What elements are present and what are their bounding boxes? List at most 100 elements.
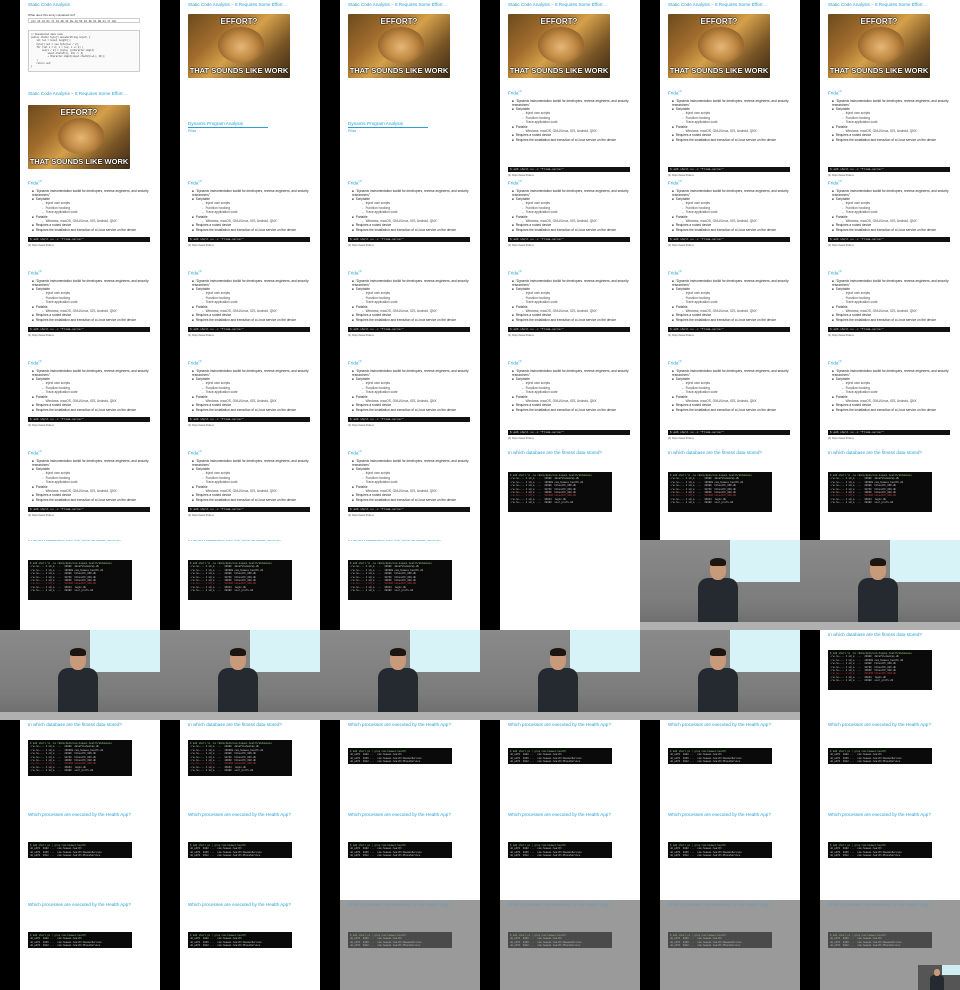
frida-bullet: Scriptable: [832, 197, 850, 201]
slide-frame[interactable]: Frida(4)“Dynamic instrumentation toolkit…: [340, 270, 480, 360]
frida-footnote-marker: (4): [38, 360, 42, 363]
slide-frame[interactable]: Which processes are executed by the Heal…: [660, 900, 800, 990]
slide-frame[interactable]: Frida(4)“Dynamic instrumentation toolkit…: [660, 180, 800, 270]
slide-frame[interactable]: Frida(4)“Dynamic instrumentation toolkit…: [500, 90, 640, 180]
slide-frame[interactable]: Frida(4)“Dynamic instrumentation toolkit…: [340, 360, 480, 450]
slide-frame[interactable]: Frida(4)“Dynamic instrumentation toolkit…: [820, 360, 960, 450]
frida-bullet: Function hooking: [362, 296, 390, 300]
slide-frame[interactable]: Frida(4)“Dynamic instrumentation toolkit…: [660, 90, 800, 180]
slide-frame[interactable]: Frida(4)“Dynamic instrumentation toolkit…: [180, 450, 320, 540]
frida-footnote: (4) https://www.frida.re: [508, 333, 534, 337]
terminal-line: -rw-rw---- 1 u0_a ... 20480 user_prefs.d…: [510, 501, 574, 505]
frida-heading-text: Frida: [828, 270, 839, 276]
slide-frame[interactable]: In which database are the fitness data s…: [500, 450, 640, 540]
frida-bullet: Trace application code: [362, 480, 398, 484]
frida-bullet: Function hooking: [682, 206, 710, 210]
slide-frame[interactable]: [500, 540, 640, 630]
slide-frame[interactable]: Which processes are executed by the Heal…: [500, 810, 640, 900]
frida-bullet: Inject own scripts: [202, 381, 230, 385]
frida-bullet: Requires the installation and execution …: [672, 408, 776, 412]
slide-frame[interactable]: Which processes are executed by the Heal…: [660, 720, 800, 810]
slide-frame[interactable]: Frida(4)“Dynamic instrumentation toolkit…: [820, 90, 960, 180]
speaker-video-frame[interactable]: [640, 630, 800, 720]
slide-frame[interactable]: In which database are the fitness data s…: [820, 450, 960, 540]
slide-frame[interactable]: Which processes are executed by the Heal…: [820, 810, 960, 900]
processes-question: Which processes are executed by the Heal…: [28, 902, 131, 907]
slide-frame[interactable]: Frida(4)“Dynamic instrumentation toolkit…: [20, 270, 160, 360]
slide-frame[interactable]: In which database are the fitness data s…: [180, 720, 320, 810]
slide-frame[interactable]: In which database are the fitness data s…: [20, 540, 160, 630]
frida-footnote-marker: (4): [38, 450, 42, 453]
slide-frame[interactable]: Which processes are executed by the Heal…: [500, 720, 640, 810]
processes-question: Which processes are executed by the Heal…: [668, 902, 771, 907]
slide-frame[interactable]: Frida(4)“Dynamic instrumentation toolkit…: [500, 180, 640, 270]
frida-footnote-marker: (4): [838, 360, 842, 363]
slide-frame[interactable]: In which database are the fitness data s…: [20, 720, 160, 810]
slide-frame[interactable]: Static Code Analysis – It Requires Some …: [500, 0, 640, 90]
speaker-video-frame[interactable]: [800, 540, 960, 630]
frida-bullet: Windows, macOS, GNU/Linux, iOS, Android,…: [842, 129, 917, 133]
frida-footnote-marker: (4): [198, 180, 202, 183]
slide-frame[interactable]: Frida(4)“Dynamic instrumentation toolkit…: [180, 180, 320, 270]
frida-bullet: Requires the installation and execution …: [672, 228, 776, 232]
slide-frame[interactable]: Frida(4)“Dynamic instrumentation toolkit…: [500, 360, 640, 450]
slide-frame[interactable]: Frida(4)“Dynamic instrumentation toolkit…: [180, 270, 320, 360]
slide-frame[interactable]: Which processes are executed by the Heal…: [340, 900, 480, 990]
speaker-video-frame[interactable]: [640, 540, 800, 630]
slide-frame[interactable]: Static Code Analysis – It Requires Some …: [340, 0, 480, 90]
process-listing-terminal: $ adb shell ps | grep com.huawei.health u…: [828, 748, 932, 764]
frida-bullet: Scriptable: [352, 467, 370, 471]
slide-frame[interactable]: Frida(4)“Dynamic instrumentation toolkit…: [20, 180, 160, 270]
frida-heading: Frida(4): [188, 180, 202, 186]
frida-bullet: Trace application code: [842, 210, 878, 214]
slide-frame[interactable]: Frida(4)“Dynamic instrumentation toolkit…: [20, 360, 160, 450]
frida-bullet: Trace application code: [682, 210, 718, 214]
slide-frame[interactable]: In which database are the fitness data s…: [340, 540, 480, 630]
slide-frame[interactable]: Which processes are executed by the Heal…: [820, 720, 960, 810]
slide-frame[interactable]: Which processes are executed by the Heal…: [180, 810, 320, 900]
speaker-video-frame[interactable]: [160, 630, 320, 720]
slide-frame[interactable]: Which processes are executed by the Heal…: [660, 810, 800, 900]
slide-frame[interactable]: Frida(4)“Dynamic instrumentation toolkit…: [20, 450, 160, 540]
frida-heading-text: Frida: [188, 450, 199, 456]
slide-frame[interactable]: Frida(4)“Dynamic instrumentation toolkit…: [660, 270, 800, 360]
slide-frame[interactable]: Static Code Analysis What does this array…: [20, 0, 160, 90]
slide-frame[interactable]: Frida(4)“Dynamic instrumentation toolkit…: [820, 180, 960, 270]
slide-frame[interactable]: Frida(4)“Dynamic instrumentation toolkit…: [340, 450, 480, 540]
slide-frame[interactable]: Static Code Analysis – It Requires Some …: [180, 0, 320, 90]
slide-frame[interactable]: Static Code Analysis – It Requires Some …: [820, 0, 960, 90]
slide-frame[interactable]: Frida(4)“Dynamic instrumentation toolkit…: [500, 270, 640, 360]
speaker-video-frame[interactable]: [480, 630, 640, 720]
slide-frame[interactable]: In which database are the fitness data s…: [660, 450, 800, 540]
frida-bullet: Portable: [512, 395, 528, 399]
speaker-video-frame[interactable]: [0, 630, 160, 720]
speaker-video-frame[interactable]: [320, 630, 480, 720]
slide-frame[interactable]: Which processes are executed by the Heal…: [340, 810, 480, 900]
slide-frame[interactable]: In which database are the fitness data s…: [180, 540, 320, 630]
slide-frame[interactable]: Frida(4)“Dynamic instrumentation toolkit…: [820, 270, 960, 360]
slide-frame[interactable]: Which processes are executed by the Heal…: [500, 900, 640, 990]
frida-bullet: Function hooking: [42, 296, 70, 300]
frida-bullet: Portable: [32, 305, 48, 309]
slide-frame[interactable]: Which processes are executed by the Heal…: [20, 900, 160, 990]
slide-frame[interactable]: Frida(4)“Dynamic instrumentation toolkit…: [180, 360, 320, 450]
slide-frame[interactable]: Which processes are executed by the Heal…: [340, 720, 480, 810]
slide-frame[interactable]: Which processes are executed by the Heal…: [20, 810, 160, 900]
frida-heading: Frida(4): [348, 450, 362, 456]
slide-frame[interactable]: Frida(4)“Dynamic instrumentation toolkit…: [340, 180, 480, 270]
slide-frame[interactable]: Dynamic Program Analysis Frida: [340, 90, 480, 180]
slide-frame[interactable]: Frida(4)“Dynamic instrumentation toolkit…: [660, 360, 800, 450]
slide-frame[interactable]: Static Code Analysis – It Requires Some …: [20, 90, 160, 180]
frida-bullet: Requires a rooted device: [192, 223, 231, 227]
meme-top-text: EFFORT?: [380, 17, 418, 26]
slide-frame[interactable]: Dynamic Program Analysis Frida: [180, 90, 320, 180]
slide-frame[interactable]: Which processes are executed by the Heal…: [180, 900, 320, 990]
slide-frame[interactable]: Static Code Analysis – It Requires Some …: [660, 0, 800, 90]
frida-bullet: Windows, macOS, GNU/Linux, iOS, Android,…: [362, 309, 437, 313]
frida-heading: Frida(4): [188, 270, 202, 276]
slide-frame[interactable]: In which database are the fitness data s…: [820, 630, 960, 720]
terminal-line: u0_a170 4912 ... com.huawei.health:Phone…: [830, 760, 901, 764]
process-listing-terminal: $ adb shell ps | grep com.huawei.health u…: [508, 932, 612, 948]
processes-question: Which processes are executed by the Heal…: [828, 902, 931, 907]
frida-heading-text: Frida: [28, 360, 39, 366]
